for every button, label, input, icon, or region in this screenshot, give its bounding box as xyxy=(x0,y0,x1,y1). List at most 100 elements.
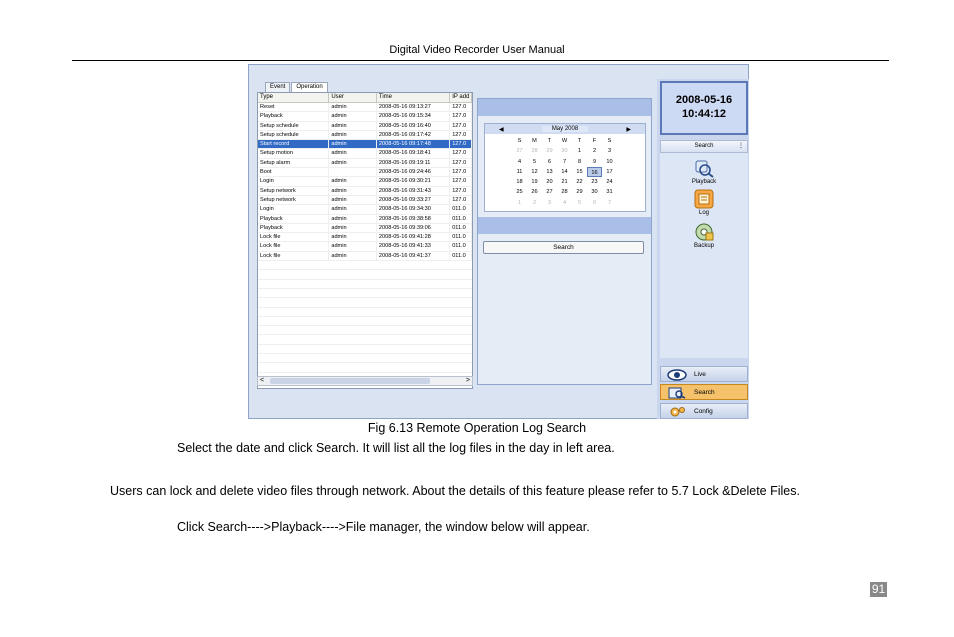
search-button[interactable]: Search xyxy=(483,241,644,254)
column-ip[interactable]: IP add xyxy=(450,93,472,102)
calendar-day[interactable]: 28 xyxy=(557,187,572,197)
calendar-day[interactable]: 3 xyxy=(602,146,617,156)
clock-time: 10:44:12 xyxy=(681,108,727,120)
calendar-day[interactable]: 2 xyxy=(527,198,542,208)
table-row[interactable]: Reset admin 2008-05-16 09:13:27 127.0 xyxy=(258,103,472,113)
table-row[interactable]: Login admin 2008-05-16 09:34:30 011.0 xyxy=(258,205,472,215)
cell-user: admin xyxy=(329,214,377,223)
cell-time: 2008-05-16 09:30:21 xyxy=(377,177,451,186)
calendar-day[interactable]: 25 xyxy=(512,187,527,197)
tab-event[interactable]: Event xyxy=(265,82,291,92)
table-row[interactable]: Setup alarm admin 2008-05-16 09:19:11 127.0 xyxy=(258,158,472,169)
table-row[interactable]: Setup network admin 2008-05-16 09:33:27 127… xyxy=(258,195,472,206)
nav-search-label: Search xyxy=(694,389,715,396)
calendar-day[interactable]: 4 xyxy=(557,198,572,208)
grip-icon: ⋮ xyxy=(738,143,744,149)
calendar-day[interactable]: 8 xyxy=(572,157,587,167)
table-row[interactable]: Lock file admin 2008-05-16 09:41:33 011.0 xyxy=(258,242,472,252)
calendar-day[interactable]: 20 xyxy=(542,177,557,187)
calendar-day[interactable]: 15 xyxy=(572,167,587,177)
calendar-day[interactable]: 5 xyxy=(572,198,587,208)
calendar-day[interactable]: 16 xyxy=(587,166,602,178)
side-panel-title: Search xyxy=(694,143,714,149)
nav-live-button[interactable]: Live xyxy=(660,366,748,382)
calendar-day[interactable]: 14 xyxy=(557,167,572,177)
empty-row xyxy=(258,345,472,355)
column-type[interactable]: Type xyxy=(258,93,330,102)
calendar-day[interactable]: 19 xyxy=(527,177,542,187)
calendar-grid: S M T W T F S 27 28 29 30 1 2 3 4 5 6 7 8 9 10 11 12 13 14 15 16 17… xyxy=(485,136,645,208)
tab-operation[interactable]: Operation xyxy=(291,82,328,92)
calendar-day[interactable]: 28 xyxy=(527,146,542,156)
calendar-day[interactable]: 11 xyxy=(512,167,527,177)
calendar-day[interactable]: 6 xyxy=(587,198,602,208)
calendar-day[interactable]: 27 xyxy=(512,146,527,156)
column-user[interactable]: User xyxy=(329,93,377,102)
empty-row xyxy=(258,270,472,280)
calendar-day[interactable]: 3 xyxy=(542,198,557,208)
weekday-label: F xyxy=(592,138,597,144)
calendar-day[interactable]: 23 xyxy=(587,177,602,187)
calendar-day[interactable]: 24 xyxy=(602,177,617,187)
clock-date: 2008-05-16 xyxy=(675,94,733,106)
table-row[interactable]: Lock file admin 2008-05-16 09:41:28 011.0 xyxy=(258,233,472,243)
log-item[interactable]: Log xyxy=(660,189,748,216)
calendar-day[interactable]: 2 xyxy=(587,146,602,156)
calendar-day[interactable]: 18 xyxy=(512,177,527,187)
calendar-day[interactable]: 21 xyxy=(557,177,572,187)
calendar-day[interactable]: 10 xyxy=(602,157,617,167)
table-row[interactable]: Login admin 2008-05-16 09:30:21 127.0 xyxy=(258,177,472,187)
calendar-day[interactable]: 13 xyxy=(542,167,557,177)
next-month-arrow-icon[interactable]: ▶ xyxy=(626,126,631,133)
empty-row xyxy=(258,335,472,345)
cell-ip: 011.0 xyxy=(450,214,472,223)
table-row[interactable]: Boot 2008-05-16 09:24:46 127.0 xyxy=(258,168,472,178)
cell-user: admin xyxy=(329,195,377,205)
calendar-day[interactable]: 29 xyxy=(572,187,587,197)
table-row[interactable]: Setup schedule admin 2008-05-16 09:17:42 12… xyxy=(258,130,472,141)
playback-item[interactable]: Playback xyxy=(660,158,748,185)
table-row[interactable]: Playback admin 2008-05-16 09:39:06 011.0 xyxy=(258,223,472,234)
calendar-day[interactable]: 30 xyxy=(557,146,572,156)
side-panel-header[interactable]: Search ⋮ xyxy=(660,140,748,153)
nav-config-button[interactable]: Config xyxy=(660,403,748,419)
calendar-day[interactable]: 1 xyxy=(512,198,527,208)
calendar-day[interactable]: 4 xyxy=(512,157,527,167)
calendar-day[interactable]: 12 xyxy=(527,167,542,177)
table-row[interactable]: Playback admin 2008-05-16 09:38:58 011.0 xyxy=(258,214,472,224)
prev-month-arrow-icon[interactable]: ◀ xyxy=(499,126,504,133)
calendar-day[interactable]: 1 xyxy=(572,146,587,156)
horizontal-scrollbar[interactable]: < > xyxy=(257,376,473,386)
calendar-day[interactable]: 5 xyxy=(527,157,542,167)
calendar-day[interactable]: 26 xyxy=(527,187,542,197)
calendar-day[interactable]: 30 xyxy=(587,187,602,197)
table-row[interactable]: Start record admin 2008-05-16 09:17:48 127.… xyxy=(258,140,472,150)
calendar-day[interactable]: 27 xyxy=(542,187,557,197)
table-row[interactable]: Setup schedule admin 2008-05-16 09:16:40 12… xyxy=(258,121,472,131)
table-row[interactable]: Setup motion admin 2008-05-16 09:18:41 127.… xyxy=(258,149,472,159)
calendar-day[interactable]: 7 xyxy=(602,198,617,208)
calendar-day[interactable]: 7 xyxy=(557,157,572,167)
backup-item[interactable]: Backup xyxy=(660,222,748,249)
cell-type: Lock file xyxy=(258,242,330,251)
calendar-day[interactable]: 22 xyxy=(572,177,587,187)
weekday-label: S xyxy=(517,138,522,144)
scroll-thumb[interactable] xyxy=(270,378,430,384)
column-time[interactable]: Time xyxy=(377,93,451,102)
calendar-month-label[interactable]: May 2008 xyxy=(541,126,589,132)
header-rule xyxy=(72,60,889,61)
table-row[interactable]: Playback admin 2008-05-16 09:15:34 127.0 xyxy=(258,112,472,122)
calendar-day[interactable]: 6 xyxy=(542,157,557,167)
table-row[interactable]: Lock file admin 2008-05-16 09:41:37 011.0 xyxy=(258,251,472,262)
cell-time: 2008-05-16 09:31:43 xyxy=(377,186,451,195)
calendar-day[interactable]: 31 xyxy=(602,187,617,197)
scroll-left-arrow[interactable]: < xyxy=(260,377,264,385)
cell-ip: 127.0 xyxy=(450,195,472,205)
calendar-day[interactable]: 29 xyxy=(542,146,557,156)
calendar-day[interactable]: 9 xyxy=(587,157,602,167)
calendar-day[interactable]: 17 xyxy=(602,167,617,177)
cell-type: Lock file xyxy=(258,233,330,242)
scroll-right-arrow[interactable]: > xyxy=(466,377,470,385)
table-row[interactable]: Setup network admin 2008-05-16 09:31:43 127… xyxy=(258,186,472,196)
nav-search-button[interactable]: Search xyxy=(660,384,748,400)
